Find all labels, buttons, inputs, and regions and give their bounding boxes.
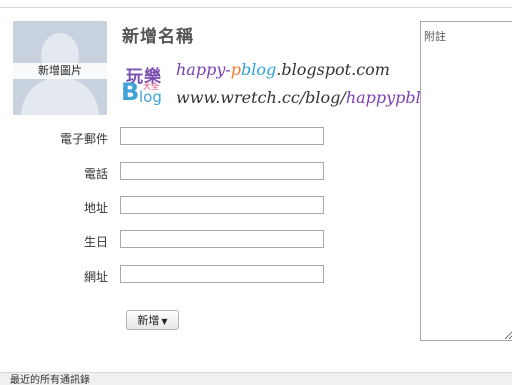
watermark-url-1-b: p bbox=[230, 60, 242, 79]
top-divider bbox=[0, 7, 512, 8]
phone-field[interactable] bbox=[120, 162, 324, 180]
website-field[interactable] bbox=[120, 265, 324, 283]
avatar-body-silhouette bbox=[21, 77, 99, 115]
add-button-label: 新增 bbox=[137, 314, 160, 327]
address-field[interactable] bbox=[120, 196, 324, 214]
birthday-field[interactable] bbox=[120, 230, 324, 248]
add-photo-label[interactable]: 新增圖片 bbox=[13, 63, 107, 79]
watermark-logo-log: log bbox=[139, 88, 162, 106]
watermark-url-1-a: happy- bbox=[176, 60, 231, 79]
watermark-logo-b: B bbox=[121, 78, 140, 106]
watermark-url-1-c: blog bbox=[241, 60, 277, 79]
address-label: 地址 bbox=[83, 201, 108, 215]
email-field[interactable] bbox=[120, 127, 324, 145]
notes-label: 附註 bbox=[424, 30, 446, 43]
watermark-url-2: www.wretch.cc/blog/happypblog bbox=[176, 88, 441, 107]
recent-contacts-link[interactable]: 最近的所有通訊錄 bbox=[10, 374, 90, 384]
chevron-down-icon: ▼ bbox=[161, 317, 168, 326]
watermark-url-1: happy-pblog.blogspot.com bbox=[176, 60, 390, 79]
email-label: 電子郵件 bbox=[59, 132, 108, 146]
add-button[interactable]: 新增 ▼ bbox=[126, 310, 179, 330]
website-label: 網址 bbox=[83, 270, 108, 284]
birthday-label: 生日 bbox=[83, 235, 108, 249]
avatar[interactable]: 新增圖片 bbox=[13, 21, 107, 115]
contact-name[interactable]: 新增名稱 bbox=[122, 22, 194, 47]
contact-editor: 新增圖片 新增名稱 玩樂 B 大全 log happy-pblog.blogsp… bbox=[0, 0, 512, 385]
phone-label: 電話 bbox=[83, 167, 108, 181]
watermark-url-1-d: .blogspot.com bbox=[276, 60, 390, 79]
notes-textarea[interactable] bbox=[420, 21, 512, 341]
watermark-url-2-a: www.wretch.cc/blog/ bbox=[176, 88, 346, 107]
